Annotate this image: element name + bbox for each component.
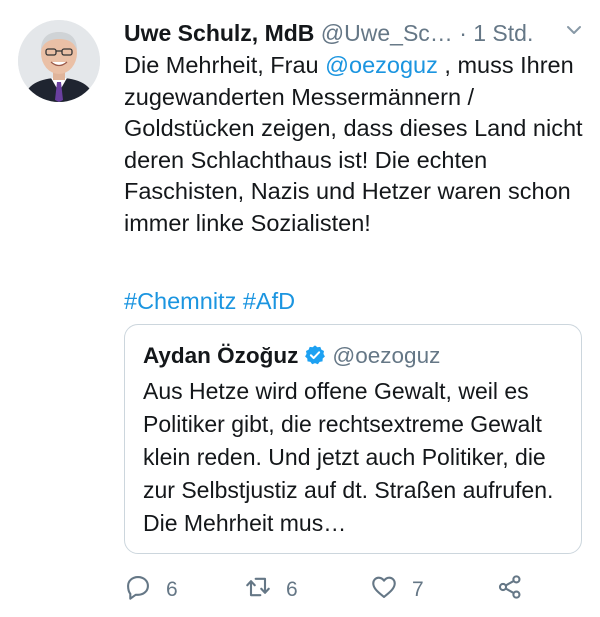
reply-count: 6 <box>166 578 178 601</box>
hashtag-link[interactable]: #AfD <box>243 288 295 314</box>
profile-photo <box>18 20 100 102</box>
author-name[interactable]: Uwe Schulz, MdB <box>124 20 314 46</box>
share-button[interactable] <box>496 572 524 608</box>
heart-icon <box>370 573 398 607</box>
separator-dot: · <box>459 20 467 46</box>
tweet-timestamp[interactable]: 1 Std. <box>473 20 533 46</box>
tweet-text-part-1: Die Mehrheit, Frau <box>124 52 326 78</box>
avatar[interactable] <box>18 20 100 102</box>
quoted-tweet-text: Aus Hetze wird offene Gewalt, weil es Po… <box>143 378 554 536</box>
hashtag-link[interactable]: #Chemnitz <box>124 288 236 314</box>
reply-icon <box>124 573 152 607</box>
hashtags: #Chemnitz #AfD <box>124 286 295 317</box>
quoted-tweet[interactable]: Aydan Özoğuz @oezoguz Aus Hetze wird offe… <box>124 324 582 554</box>
tweet-header: Uwe Schulz, MdB @Uwe_Sc… · 1 Std. <box>124 16 580 50</box>
quoted-author-name: Aydan Özoğuz <box>143 343 299 368</box>
tweet-text-part-2: , muss Ihren zugewanderten Messermännern… <box>124 52 583 236</box>
reply-button[interactable]: 6 <box>124 572 178 608</box>
mention-link[interactable]: @oezoguz <box>325 52 438 78</box>
like-button[interactable]: 7 <box>370 572 424 608</box>
like-count: 7 <box>412 578 424 601</box>
tweet-actions: 6 6 7 <box>124 572 544 608</box>
tweet-text: Die Mehrheit, Frau @oezoguz , muss Ihren… <box>124 50 584 239</box>
retweet-count: 6 <box>286 578 298 601</box>
retweet-button[interactable]: 6 <box>244 572 298 608</box>
author-handle[interactable]: @Uwe_Sc… <box>321 20 453 46</box>
verified-badge-icon <box>304 344 326 366</box>
quoted-tweet-header: Aydan Özoğuz @oezoguz <box>143 341 440 371</box>
share-icon <box>496 573 524 607</box>
quoted-author-handle: @oezoguz <box>332 343 441 368</box>
chevron-down-icon[interactable] <box>564 20 584 40</box>
retweet-icon <box>244 573 272 607</box>
